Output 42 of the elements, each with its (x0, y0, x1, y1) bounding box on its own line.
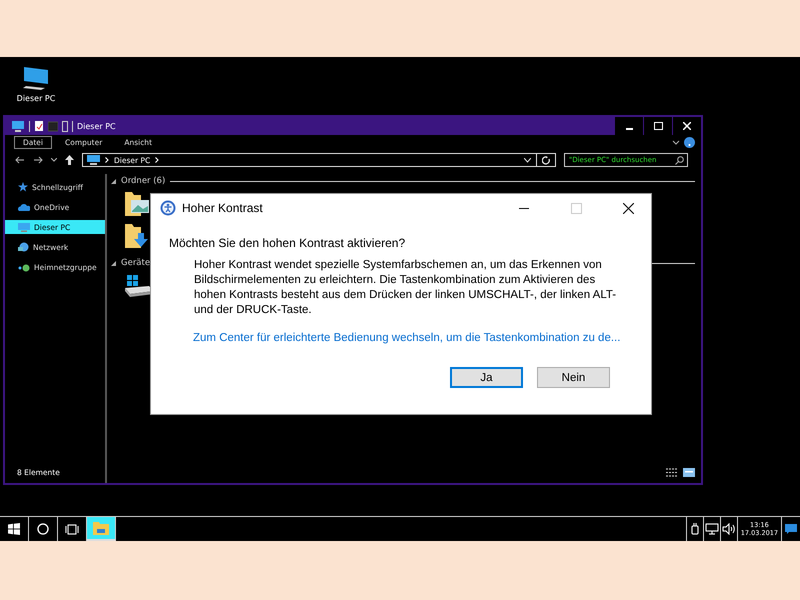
monitor-icon (11, 120, 25, 132)
help-icon[interactable] (684, 137, 695, 148)
collapse-icon[interactable] (111, 260, 116, 266)
desktop-shortcut[interactable]: Dieser PC (14, 65, 58, 103)
maximize-button[interactable] (643, 117, 672, 135)
homegroup-icon (18, 262, 30, 272)
accessibility-center-link[interactable]: Zum Center für erleichterte Bedienung wechseln, um die Tastenkombination zu de... (193, 332, 651, 344)
details-view-icon[interactable] (666, 468, 678, 477)
window-title: Dieser PC (77, 122, 116, 130)
forward-arrow-icon[interactable] (33, 156, 43, 164)
close-icon (683, 122, 691, 130)
back-arrow-icon[interactable] (15, 156, 25, 164)
monitor-icon (87, 155, 100, 165)
monitor-icon (21, 65, 51, 91)
cloud-icon (18, 203, 30, 211)
windows-logo-icon (8, 523, 20, 535)
dialog-button[interactable]: Ja (450, 367, 523, 388)
dialog-title: Hoher Kontrast (182, 201, 263, 215)
search-icon (675, 156, 684, 164)
close-button[interactable] (672, 117, 701, 135)
star-icon (18, 182, 28, 192)
chevron-icon[interactable] (51, 158, 57, 162)
network-icon (18, 242, 29, 252)
minimize-button[interactable] (614, 117, 643, 135)
close-button[interactable] (622, 202, 634, 214)
circle-icon (37, 523, 49, 535)
accessibility-icon (160, 200, 176, 216)
collapse-icon[interactable] (111, 178, 116, 184)
monitor-icon (18, 222, 30, 232)
task-view-icon (65, 524, 79, 534)
dialog-button[interactable]: Nein (537, 367, 610, 388)
dialog-heading: Möchten Sie den hohen Kontrast aktivieren? (169, 236, 406, 250)
section-heading: Geräte (121, 258, 150, 268)
dialog-message: Hoher Kontrast wendet spezielle Systemfarbschemen an, um das Erkennen von Bildschirmelementen zu erleichtern. Die Tastenkombination zum Aktivieren des hohen Kontrasts besteht aus dem Drücken der linken UMSCHALT-, der linken ALT- und der DRUCK-Taste. (194, 258, 618, 318)
network-icon[interactable] (702, 517, 720, 541)
properties-icon[interactable] (34, 120, 44, 132)
chevron-icon[interactable] (672, 140, 680, 146)
refresh-icon[interactable] (542, 156, 551, 164)
volume-icon[interactable] (720, 517, 737, 541)
tiles-view-icon[interactable] (683, 468, 695, 477)
section-heading: Ordner (6) (121, 176, 166, 186)
up-arrow-icon[interactable] (65, 155, 74, 165)
